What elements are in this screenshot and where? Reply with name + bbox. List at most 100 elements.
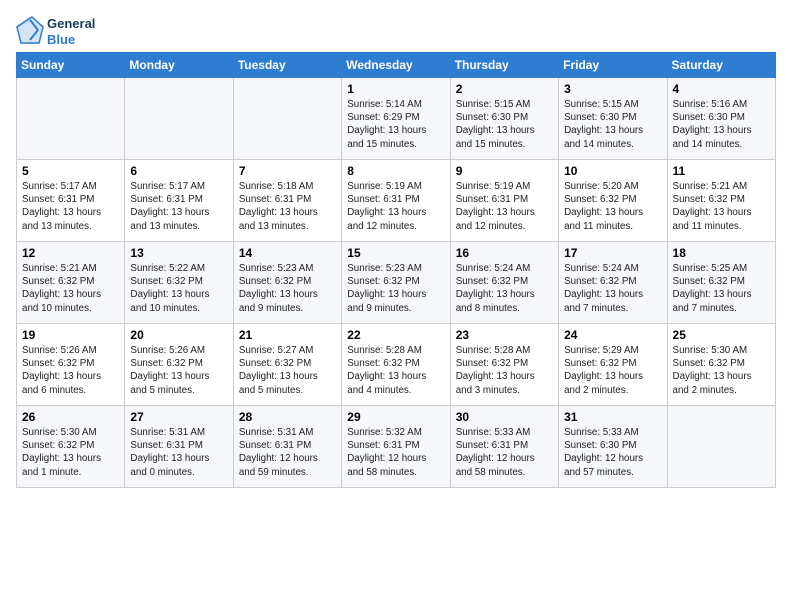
day-number: 11 bbox=[673, 164, 770, 178]
col-header-monday: Monday bbox=[125, 53, 233, 78]
day-info: Sunrise: 5:15 AM Sunset: 6:30 PM Dayligh… bbox=[564, 98, 661, 151]
day-cell: 10 Sunrise: 5:20 AM Sunset: 6:32 PM Dayli… bbox=[559, 160, 667, 242]
day-cell: 3 Sunrise: 5:15 AM Sunset: 6:30 PM Daylig… bbox=[559, 78, 667, 160]
day-number: 30 bbox=[456, 410, 553, 424]
calendar-table: SundayMondayTuesdayWednesdayThursdayFrid… bbox=[16, 52, 776, 488]
logo-text-block: General Blue bbox=[47, 16, 95, 47]
day-info: Sunrise: 5:23 AM Sunset: 6:32 PM Dayligh… bbox=[347, 262, 444, 315]
day-cell: 17Sunrise: 5:24 AM Sunset: 6:32 PM Dayli… bbox=[559, 242, 667, 324]
week-row-4: 19 Sunrise: 5:26 AM Sunset: 6:32 PM Dayli… bbox=[17, 324, 776, 406]
col-header-wednesday: Wednesday bbox=[342, 53, 450, 78]
day-info: Sunrise: 5:33 AM Sunset: 6:31 PM Dayligh… bbox=[456, 426, 553, 479]
day-cell: 30 Sunrise: 5:33 AM Sunset: 6:31 PM Dayli… bbox=[450, 406, 558, 488]
logo-container: General Blue bbox=[16, 16, 95, 48]
day-info: Sunrise: 5:26 AM Sunset: 6:32 PM Dayligh… bbox=[130, 344, 227, 397]
day-number: 28 bbox=[239, 410, 336, 424]
logo-blue: Blue bbox=[47, 32, 95, 48]
day-info: Sunrise: 5:21 AM Sunset: 6:32 PM Dayligh… bbox=[22, 262, 119, 315]
day-number: 21 bbox=[239, 328, 336, 342]
day-info: Sunrise: 5:20 AM Sunset: 6:32 PM Dayligh… bbox=[564, 180, 661, 233]
day-cell: 28 Sunrise: 5:31 AM Sunset: 6:31 PM Dayli… bbox=[233, 406, 341, 488]
day-cell bbox=[125, 78, 233, 160]
week-row-1: 1Sunrise: 5:14 AM Sunset: 6:29 PM Daylig… bbox=[17, 78, 776, 160]
day-cell bbox=[17, 78, 125, 160]
day-cell bbox=[233, 78, 341, 160]
day-cell: 12 Sunrise: 5:21 AM Sunset: 6:32 PM Dayli… bbox=[17, 242, 125, 324]
day-number: 25 bbox=[673, 328, 770, 342]
week-row-5: 26Sunrise: 5:30 AM Sunset: 6:32 PM Dayli… bbox=[17, 406, 776, 488]
col-header-friday: Friday bbox=[559, 53, 667, 78]
day-cell: 15 Sunrise: 5:23 AM Sunset: 6:32 PM Dayli… bbox=[342, 242, 450, 324]
day-number: 5 bbox=[22, 164, 119, 178]
day-number: 27 bbox=[130, 410, 227, 424]
day-number: 3 bbox=[564, 82, 661, 96]
day-number: 9 bbox=[456, 164, 553, 178]
day-cell: 11Sunrise: 5:21 AM Sunset: 6:32 PM Dayli… bbox=[667, 160, 775, 242]
day-info: Sunrise: 5:26 AM Sunset: 6:32 PM Dayligh… bbox=[22, 344, 119, 397]
day-cell: 27 Sunrise: 5:31 AM Sunset: 6:31 PM Dayli… bbox=[125, 406, 233, 488]
day-info: Sunrise: 5:16 AM Sunset: 6:30 PM Dayligh… bbox=[673, 98, 770, 151]
day-info: Sunrise: 5:25 AM Sunset: 6:32 PM Dayligh… bbox=[673, 262, 770, 315]
day-info: Sunrise: 5:24 AM Sunset: 6:32 PM Dayligh… bbox=[564, 262, 661, 315]
day-cell: 13 Sunrise: 5:22 AM Sunset: 6:32 PM Dayli… bbox=[125, 242, 233, 324]
day-number: 7 bbox=[239, 164, 336, 178]
day-number: 16 bbox=[456, 246, 553, 260]
day-info: Sunrise: 5:23 AM Sunset: 6:32 PM Dayligh… bbox=[239, 262, 336, 315]
page-header: General Blue bbox=[16, 16, 776, 48]
day-number: 10 bbox=[564, 164, 661, 178]
day-number: 8 bbox=[347, 164, 444, 178]
logo-general: General bbox=[47, 16, 95, 32]
day-info: Sunrise: 5:17 AM Sunset: 6:31 PM Dayligh… bbox=[22, 180, 119, 233]
day-info: Sunrise: 5:27 AM Sunset: 6:32 PM Dayligh… bbox=[239, 344, 336, 397]
day-cell: 24Sunrise: 5:29 AM Sunset: 6:32 PM Dayli… bbox=[559, 324, 667, 406]
week-row-3: 12 Sunrise: 5:21 AM Sunset: 6:32 PM Dayli… bbox=[17, 242, 776, 324]
week-row-2: 5 Sunrise: 5:17 AM Sunset: 6:31 PM Daylig… bbox=[17, 160, 776, 242]
day-number: 20 bbox=[130, 328, 227, 342]
day-number: 1 bbox=[347, 82, 444, 96]
day-info: Sunrise: 5:17 AM Sunset: 6:31 PM Dayligh… bbox=[130, 180, 227, 233]
day-info: Sunrise: 5:30 AM Sunset: 6:32 PM Dayligh… bbox=[22, 426, 119, 479]
day-info: Sunrise: 5:28 AM Sunset: 6:32 PM Dayligh… bbox=[456, 344, 553, 397]
day-info: Sunrise: 5:31 AM Sunset: 6:31 PM Dayligh… bbox=[130, 426, 227, 479]
day-cell: 6 Sunrise: 5:17 AM Sunset: 6:31 PM Daylig… bbox=[125, 160, 233, 242]
col-header-sunday: Sunday bbox=[17, 53, 125, 78]
day-cell: 21 Sunrise: 5:27 AM Sunset: 6:32 PM Dayli… bbox=[233, 324, 341, 406]
day-cell: 26Sunrise: 5:30 AM Sunset: 6:32 PM Dayli… bbox=[17, 406, 125, 488]
day-cell: 19 Sunrise: 5:26 AM Sunset: 6:32 PM Dayli… bbox=[17, 324, 125, 406]
calendar-header-row: SundayMondayTuesdayWednesdayThursdayFrid… bbox=[17, 53, 776, 78]
day-cell: 14 Sunrise: 5:23 AM Sunset: 6:32 PM Dayli… bbox=[233, 242, 341, 324]
day-number: 14 bbox=[239, 246, 336, 260]
day-cell: 9 Sunrise: 5:19 AM Sunset: 6:31 PM Daylig… bbox=[450, 160, 558, 242]
day-cell: 1Sunrise: 5:14 AM Sunset: 6:29 PM Daylig… bbox=[342, 78, 450, 160]
day-info: Sunrise: 5:31 AM Sunset: 6:31 PM Dayligh… bbox=[239, 426, 336, 479]
day-cell: 16Sunrise: 5:24 AM Sunset: 6:32 PM Dayli… bbox=[450, 242, 558, 324]
day-cell: 25 Sunrise: 5:30 AM Sunset: 6:32 PM Dayli… bbox=[667, 324, 775, 406]
day-number: 23 bbox=[456, 328, 553, 342]
day-info: Sunrise: 5:30 AM Sunset: 6:32 PM Dayligh… bbox=[673, 344, 770, 397]
day-number: 18 bbox=[673, 246, 770, 260]
day-number: 29 bbox=[347, 410, 444, 424]
day-info: Sunrise: 5:15 AM Sunset: 6:30 PM Dayligh… bbox=[456, 98, 553, 151]
day-number: 13 bbox=[130, 246, 227, 260]
col-header-tuesday: Tuesday bbox=[233, 53, 341, 78]
day-number: 31 bbox=[564, 410, 661, 424]
day-info: Sunrise: 5:32 AM Sunset: 6:31 PM Dayligh… bbox=[347, 426, 444, 479]
day-info: Sunrise: 5:18 AM Sunset: 6:31 PM Dayligh… bbox=[239, 180, 336, 233]
day-info: Sunrise: 5:33 AM Sunset: 6:30 PM Dayligh… bbox=[564, 426, 661, 479]
day-number: 12 bbox=[22, 246, 119, 260]
day-number: 19 bbox=[22, 328, 119, 342]
day-cell: 8Sunrise: 5:19 AM Sunset: 6:31 PM Daylig… bbox=[342, 160, 450, 242]
day-number: 4 bbox=[673, 82, 770, 96]
day-info: Sunrise: 5:19 AM Sunset: 6:31 PM Dayligh… bbox=[456, 180, 553, 233]
day-info: Sunrise: 5:22 AM Sunset: 6:32 PM Dayligh… bbox=[130, 262, 227, 315]
day-number: 6 bbox=[130, 164, 227, 178]
day-cell: 2 Sunrise: 5:15 AM Sunset: 6:30 PM Daylig… bbox=[450, 78, 558, 160]
day-number: 15 bbox=[347, 246, 444, 260]
day-number: 22 bbox=[347, 328, 444, 342]
col-header-thursday: Thursday bbox=[450, 53, 558, 78]
day-info: Sunrise: 5:29 AM Sunset: 6:32 PM Dayligh… bbox=[564, 344, 661, 397]
day-cell: 5 Sunrise: 5:17 AM Sunset: 6:31 PM Daylig… bbox=[17, 160, 125, 242]
day-number: 2 bbox=[456, 82, 553, 96]
day-cell: 7 Sunrise: 5:18 AM Sunset: 6:31 PM Daylig… bbox=[233, 160, 341, 242]
day-cell: 22Sunrise: 5:28 AM Sunset: 6:32 PM Dayli… bbox=[342, 324, 450, 406]
